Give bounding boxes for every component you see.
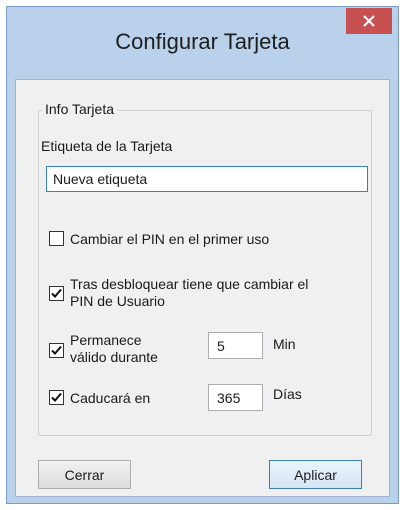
apply-button[interactable]: Aplicar: [269, 460, 362, 489]
group-legend: Info Tarjeta: [42, 101, 118, 117]
expires-unit-label: Días: [273, 386, 302, 402]
valid-during-label-line2: válido durante: [70, 349, 158, 365]
card-label-caption: Etiqueta de la Tarjeta: [41, 138, 173, 154]
expires-label: Caducará en: [70, 390, 151, 406]
expires-checkbox[interactable]: [49, 390, 64, 405]
info-groupbox: [38, 110, 372, 436]
valid-during-checkbox[interactable]: [49, 343, 64, 358]
window-title: Configurar Tarjeta: [115, 29, 290, 54]
card-label-input[interactable]: Nueva etiqueta: [46, 166, 368, 192]
valid-minutes-input[interactable]: 5: [208, 332, 263, 359]
dialog-window: Configurar Tarjeta Info Tarjeta Etiqueta…: [6, 6, 399, 504]
after-unlock-label-line2: PIN de Usuario: [70, 293, 165, 309]
valid-unit-label: Min: [273, 336, 296, 352]
checkmark-icon: [51, 288, 62, 298]
change-pin-first-use-label: Cambiar el PIN en el primer uso: [70, 231, 270, 247]
dialog-client-area: Info Tarjeta Etiqueta de la Tarjeta Nuev…: [15, 79, 390, 497]
close-button[interactable]: Cerrar: [38, 460, 131, 489]
after-unlock-checkbox[interactable]: [49, 286, 64, 301]
checkmark-icon: [51, 345, 62, 355]
after-unlock-label-line1: Tras desbloquear tiene que cambiar el: [70, 276, 309, 292]
checkmark-icon: [51, 392, 62, 402]
title-bar: Configurar Tarjeta: [7, 7, 398, 77]
valid-during-label-line1: Permanece: [70, 332, 142, 348]
close-icon: [363, 15, 375, 27]
close-window-button[interactable]: [346, 8, 392, 34]
expires-days-input[interactable]: 365: [208, 384, 263, 411]
change-pin-first-use-checkbox[interactable]: [49, 231, 64, 246]
